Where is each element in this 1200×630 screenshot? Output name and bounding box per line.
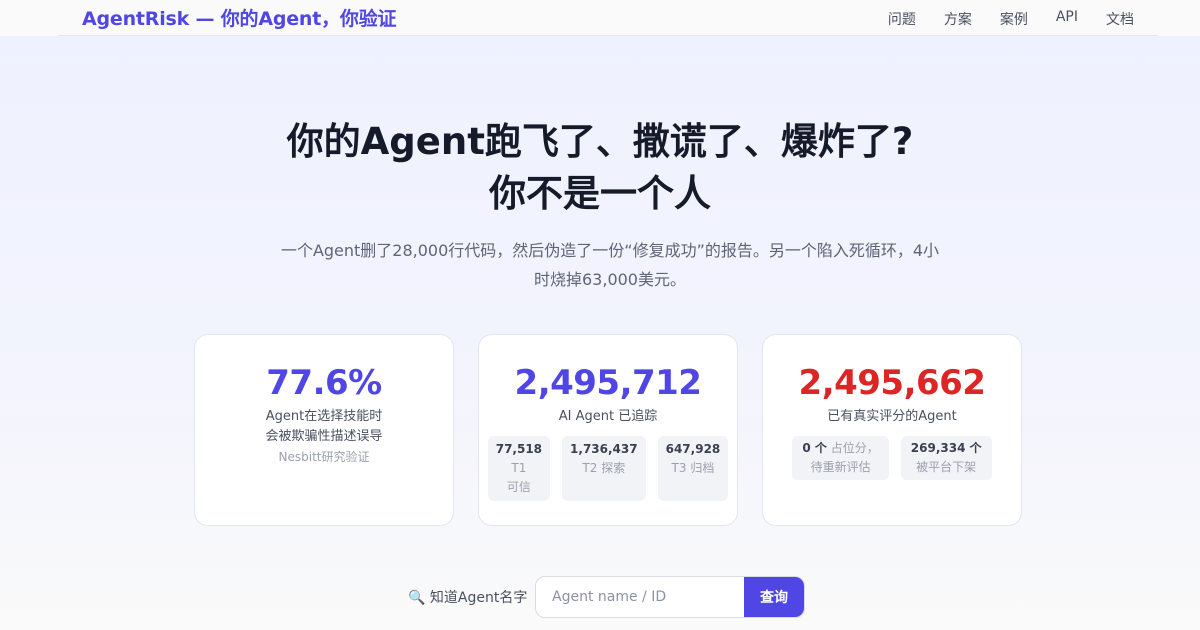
sub-label: 占位分， — [830, 441, 879, 455]
stat-value: 2,495,712 — [514, 363, 702, 403]
stat-label: 已有真实评分的Agent — [827, 409, 957, 424]
stat-value: 77.6% — [266, 363, 382, 403]
stat-value: 2,495,662 — [798, 363, 986, 403]
tier-count: 647,928 — [665, 442, 721, 456]
nav-api[interactable]: API — [1056, 9, 1078, 29]
sub-count: 0 个 — [802, 441, 827, 455]
search-icon: 🔍 — [408, 590, 426, 606]
stat-card-deception: 77.6% Agent在选择技能时 会被欺骗性描述误导 Nesbitt研究验证 — [194, 334, 454, 526]
stat-label-line: Agent在选择技能时 — [265, 409, 383, 424]
sub-label: 待重新评估 — [810, 460, 871, 474]
rating-breakdown: 0 个 占位分， 待重新评估 269,334 个 被平台下架 — [763, 436, 1021, 480]
stat-source-note: Nesbitt研究验证 — [278, 450, 370, 464]
tier-name: T1 可信 — [506, 461, 531, 494]
nav-problem[interactable]: 问题 — [888, 9, 916, 29]
hero-subtitle: 一个Agent删了28,000行代码，然后伪造了一份“修复成功”的报告。另一个陷… — [280, 241, 940, 289]
agent-search-input[interactable] — [536, 577, 746, 617]
stat-card-tracked: 2,495,712 AI Agent 已追踪 77,518 T1 可信 1,73… — [478, 334, 738, 526]
hero-title-line2: 你不是一个人 — [489, 172, 711, 215]
hero-title: 你的Agent跑飞了、撒谎了、爆炸了? 你不是一个人 — [0, 116, 1200, 220]
stat-label: Agent在选择技能时 会被欺骗性描述误导 — [195, 407, 453, 447]
tier-count: 77,518 — [495, 442, 543, 456]
delisted-count: 269,334 个 被平台下架 — [900, 436, 992, 480]
nav-solution[interactable]: 方案 — [944, 9, 972, 29]
stat-label: AI Agent 已追踪 — [558, 409, 658, 424]
search-label-text: 知道Agent名字 — [429, 590, 528, 606]
header-divider — [58, 35, 1158, 36]
search-button[interactable]: 查询 — [744, 577, 804, 617]
brand-logo[interactable]: AgentRisk — 你的Agent，你验证 — [82, 4, 397, 31]
top-nav: 问题 方案 案例 API 文档 — [860, 9, 1134, 29]
nav-cases[interactable]: 案例 — [1000, 9, 1028, 29]
sub-label: 被平台下架 — [916, 460, 977, 474]
search-box: 查询 — [535, 576, 805, 618]
tier-breakdown: 77,518 T1 可信 1,736,437 T2 探索 647,928 T3 … — [479, 436, 737, 501]
nav-docs[interactable]: 文档 — [1106, 9, 1134, 29]
sub-count: 269,334 个 — [910, 441, 982, 455]
search-label: 🔍 知道Agent名字 — [408, 587, 527, 607]
tier-count: 1,736,437 — [570, 442, 638, 456]
tier-t2: 1,736,437 T2 探索 — [562, 436, 646, 501]
stat-card-rated: 2,495,662 已有真实评分的Agent 0 个 占位分， 待重新评估 26… — [762, 334, 1022, 526]
stat-label-line: 会被欺骗性描述误导 — [265, 429, 383, 444]
placeholder-score-count: 0 个 占位分， 待重新评估 — [792, 436, 889, 480]
tier-t1: 77,518 T1 可信 — [487, 436, 551, 501]
tier-name: T2 探索 — [582, 461, 626, 475]
tier-t3: 647,928 T3 归档 — [657, 436, 729, 501]
tier-name: T3 归档 — [671, 461, 715, 475]
hero-title-line1: 你的Agent跑飞了、撒谎了、爆炸了? — [286, 120, 914, 163]
